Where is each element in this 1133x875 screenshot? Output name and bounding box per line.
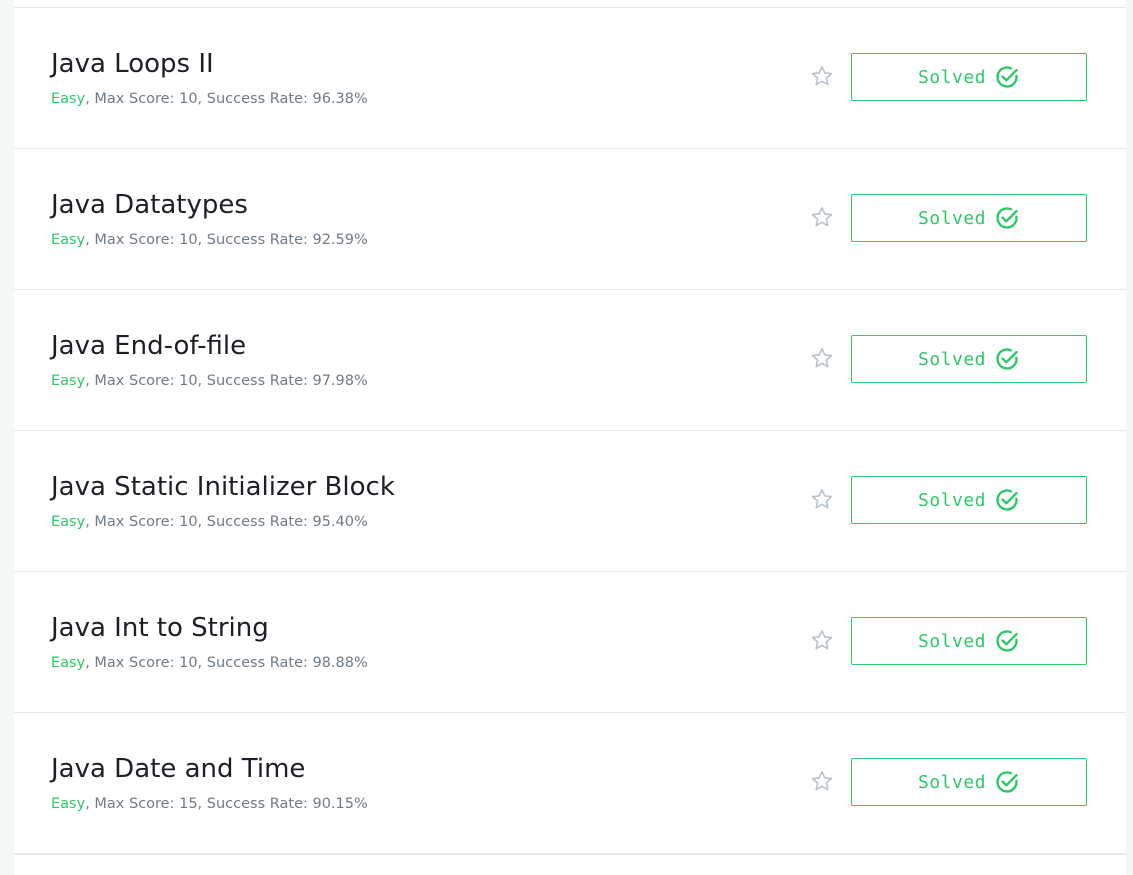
check-circle-icon: [996, 66, 1018, 88]
solved-button[interactable]: Solved: [851, 758, 1087, 806]
score-and-success-rate: , Max Score: 10, Success Rate: 96.38%: [85, 91, 368, 107]
score-and-success-rate: , Max Score: 10, Success Rate: 98.88%: [85, 655, 368, 671]
star-icon[interactable]: [810, 64, 834, 88]
challenge-meta: Easy, Max Score: 10, Success Rate: 95.40…: [51, 514, 368, 530]
check-circle-icon: [996, 771, 1018, 793]
challenge-title[interactable]: Java Loops II: [51, 49, 214, 79]
difficulty-label: Easy: [51, 91, 86, 107]
star-icon[interactable]: [810, 205, 834, 229]
challenge-title[interactable]: Java Int to String: [51, 613, 269, 643]
check-circle-icon: [996, 348, 1018, 370]
solved-label: Solved: [917, 348, 987, 370]
challenge-list: Java Loops II Easy, Max Score: 10, Succe…: [14, 0, 1126, 875]
previous-challenge-card-edge: [14, 0, 1126, 8]
challenge-card[interactable]: Java Int to String Easy, Max Score: 10, …: [14, 572, 1126, 713]
star-icon[interactable]: [810, 628, 834, 652]
solved-button[interactable]: Solved: [851, 476, 1087, 524]
score-and-success-rate: , Max Score: 10, Success Rate: 92.59%: [85, 232, 368, 248]
challenge-card[interactable]: Java End-of-file Easy, Max Score: 10, Su…: [14, 290, 1126, 431]
challenge-meta: Easy, Max Score: 10, Success Rate: 96.38…: [51, 91, 368, 107]
challenge-card[interactable]: Java Static Initializer Block Easy, Max …: [14, 431, 1126, 572]
challenge-title[interactable]: Java Static Initializer Block: [51, 472, 395, 502]
solved-button[interactable]: Solved: [851, 194, 1087, 242]
solved-button[interactable]: Solved: [851, 617, 1087, 665]
check-circle-icon: [996, 489, 1018, 511]
score-and-success-rate: , Max Score: 10, Success Rate: 97.98%: [85, 373, 368, 389]
challenge-card[interactable]: Java Date and Time Easy, Max Score: 15, …: [14, 713, 1126, 854]
difficulty-label: Easy: [51, 796, 86, 812]
challenge-card[interactable]: Java Datatypes Easy, Max Score: 10, Succ…: [14, 149, 1126, 290]
difficulty-label: Easy: [51, 514, 86, 530]
difficulty-label: Easy: [51, 232, 86, 248]
solved-label: Solved: [917, 489, 987, 511]
star-icon[interactable]: [810, 346, 834, 370]
check-circle-icon: [996, 207, 1018, 229]
solved-button[interactable]: Solved: [851, 53, 1087, 101]
solved-label: Solved: [917, 771, 987, 793]
challenge-card[interactable]: Java Loops II Easy, Max Score: 10, Succe…: [14, 8, 1126, 149]
challenge-meta: Easy, Max Score: 10, Success Rate: 97.98…: [51, 373, 368, 389]
challenge-meta: Easy, Max Score: 15, Success Rate: 90.15…: [51, 796, 368, 812]
score-and-success-rate: , Max Score: 15, Success Rate: 90.15%: [85, 796, 368, 812]
check-circle-icon: [996, 630, 1018, 652]
difficulty-label: Easy: [51, 373, 86, 389]
star-icon[interactable]: [810, 487, 834, 511]
star-icon[interactable]: [810, 769, 834, 793]
score-and-success-rate: , Max Score: 10, Success Rate: 95.40%: [85, 514, 368, 530]
next-challenge-card-edge: [14, 854, 1126, 875]
solved-button[interactable]: Solved: [851, 335, 1087, 383]
challenge-title[interactable]: Java End-of-file: [51, 331, 246, 361]
challenge-title[interactable]: Java Datatypes: [51, 190, 248, 220]
challenge-title[interactable]: Java Date and Time: [51, 754, 305, 784]
solved-label: Solved: [917, 207, 987, 229]
challenge-meta: Easy, Max Score: 10, Success Rate: 92.59…: [51, 232, 368, 248]
solved-label: Solved: [917, 66, 987, 88]
challenge-meta: Easy, Max Score: 10, Success Rate: 98.88…: [51, 655, 368, 671]
solved-label: Solved: [917, 630, 987, 652]
difficulty-label: Easy: [51, 655, 86, 671]
